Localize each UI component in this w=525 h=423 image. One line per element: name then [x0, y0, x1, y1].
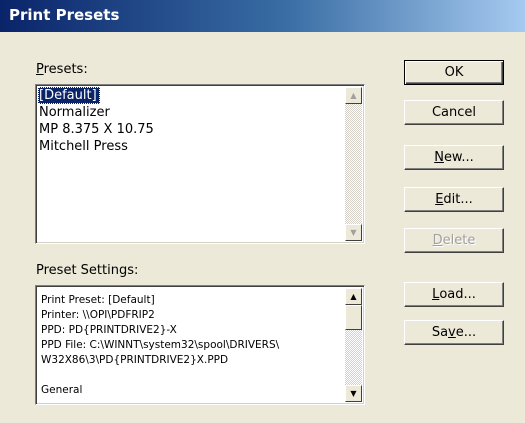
title-bar[interactable]: Print Presets: [0, 0, 525, 32]
preset-settings-label: Preset Settings:: [36, 263, 139, 278]
settings-line: [41, 368, 364, 383]
scroll-down-arrow-icon[interactable]: ▼: [345, 385, 362, 402]
save-button[interactable]: Sa v e...: [404, 320, 504, 345]
preset-list-item[interactable]: Mitchell Press: [38, 139, 128, 154]
save-label-a: Sa: [431, 325, 449, 340]
delete-mnemonic: D: [432, 233, 443, 248]
load-button[interactable]: Load...: [404, 282, 504, 307]
save-mnemonic: v: [448, 325, 456, 340]
new-button[interactable]: New...: [404, 145, 504, 170]
cancel-button[interactable]: Cancel: [404, 100, 504, 125]
presets-scrollbar[interactable]: ▲ ▼: [345, 87, 362, 241]
presets-label-rest: resets:: [43, 62, 88, 77]
load-mnemonic: L: [432, 287, 440, 302]
presets-label-mnemonic: P: [36, 62, 44, 77]
presets-label: Presets:: [36, 62, 88, 77]
settings-line: General: [41, 384, 83, 396]
preset-list-item[interactable]: Normalizer: [38, 105, 110, 120]
new-mnemonic: N: [434, 150, 444, 165]
delete-button[interactable]: Delete: [404, 228, 504, 253]
settings-line: Printer: \\OPI\PDFRIP2: [41, 309, 155, 321]
settings-line: PPD: PD{PRINTDRIVE2}-X: [41, 324, 177, 336]
preset-settings-box[interactable]: Print Preset: [Default] Printer: \\OPI\PD…: [35, 285, 365, 405]
edit-label-rest: dit...: [443, 192, 473, 207]
new-label-rest: ew...: [443, 150, 474, 165]
edit-mnemonic: E: [435, 192, 444, 207]
load-label-rest: oad...: [439, 287, 476, 302]
settings-lines: Print Preset: [Default] Printer: \\OPI\PD…: [41, 293, 364, 398]
preset-list-item[interactable]: MP 8.375 X 10.75: [38, 122, 154, 137]
preset-row[interactable]: Normalizer: [38, 104, 364, 121]
settings-line: W32X86\3\PD{PRINTDRIVE2}X.PPD: [41, 354, 229, 366]
edit-button[interactable]: Edit...: [404, 187, 504, 212]
preset-row[interactable]: Mitchell Press: [38, 138, 364, 155]
delete-label-rest: elete: [442, 233, 476, 248]
settings-line: PPD File: C:\WINNT\system32\spool\DRIVER…: [41, 339, 280, 351]
preset-row[interactable]: [Default]: [38, 87, 364, 104]
settings-scrollbar[interactable]: ▲ ▼: [345, 288, 362, 402]
settings-line: Print Preset: [Default]: [41, 294, 155, 306]
scroll-up-arrow-icon[interactable]: ▲: [345, 288, 362, 305]
preset-list-item[interactable]: [Default]: [38, 87, 100, 104]
scroll-down-arrow-icon[interactable]: ▼: [345, 224, 362, 241]
presets-list[interactable]: [Default] Normalizer MP 8.375 X 10.75 Mitch…: [35, 84, 365, 244]
ok-button[interactable]: OK: [404, 60, 504, 85]
scroll-up-arrow-icon[interactable]: ▲: [345, 87, 362, 104]
presets-items: [Default] Normalizer MP 8.375 X 10.75 Mitch…: [38, 87, 364, 155]
window-title: Print Presets: [9, 6, 120, 24]
preset-row[interactable]: MP 8.375 X 10.75: [38, 121, 364, 138]
scroll-thumb[interactable]: [345, 305, 362, 330]
save-label-b: e...: [455, 325, 477, 340]
